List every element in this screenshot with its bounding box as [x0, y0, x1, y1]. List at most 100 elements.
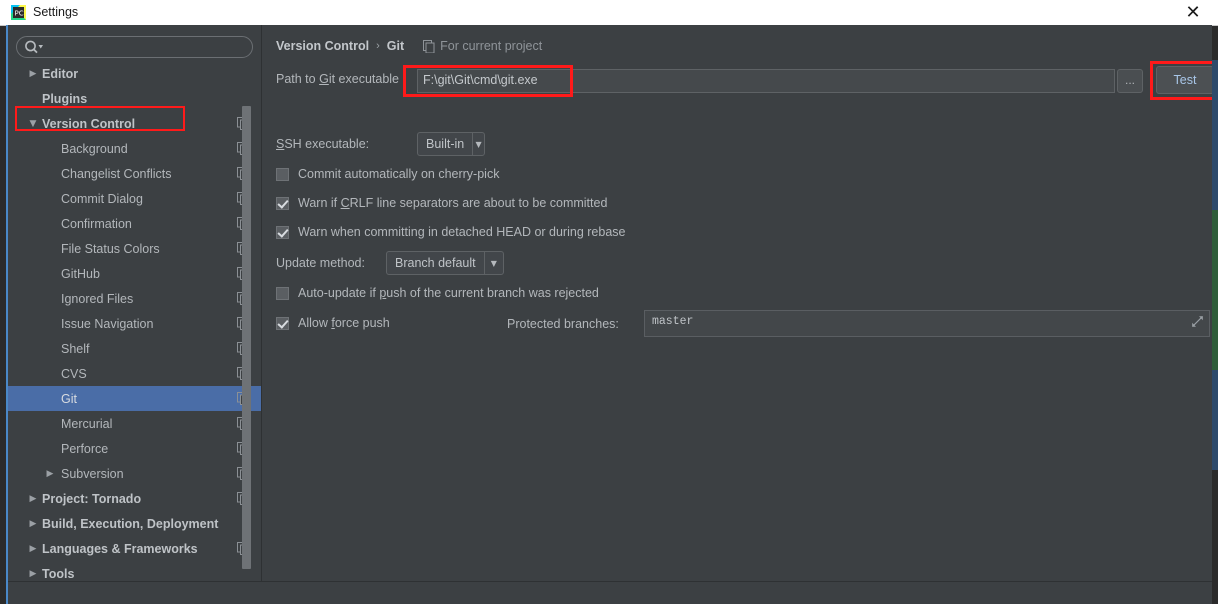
sidebar-item-commit-dialog[interactable]: Commit Dialog [8, 186, 261, 211]
settings-window: PC Settings ✕ ▶ Editor Plugins ▼ Version Con [0, 0, 1218, 604]
sidebar-item-label: Subversion [61, 466, 124, 481]
breadcrumb: Version Control › Git For current projec… [276, 39, 542, 53]
ssh-label-post: SH executable: [284, 137, 370, 151]
settings-tree: ▶ Editor Plugins ▼ Version Control Background… [8, 61, 261, 581]
git-path-label-mnemonic: G [319, 72, 329, 86]
sidebar-item-label: File Status Colors [61, 241, 160, 256]
svg-text:PC: PC [15, 10, 24, 18]
git-path-input[interactable] [417, 69, 1115, 93]
sidebar-item-build-execution-deployment[interactable]: ▶ Build, Execution, Deployment [8, 511, 261, 536]
sidebar-item-label: Editor [42, 66, 79, 81]
checkbox-label-cherry-pick: Commit automatically on cherry-pick [298, 167, 500, 181]
sidebar-item-mercurial[interactable]: Mercurial [8, 411, 261, 436]
sidebar-item-subversion[interactable]: ▶ Subversion [8, 461, 261, 486]
git-path-label-pre: Path to [276, 72, 320, 86]
git-path-label-post: it executable [328, 72, 400, 86]
sidebar-item-label: Ignored Files [61, 291, 134, 306]
close-icon[interactable]: ✕ [1180, 2, 1206, 24]
sidebar-item-label: CVS [61, 366, 87, 381]
sidebar-item-editor[interactable]: ▶ Editor [8, 61, 261, 86]
chevron-right-icon[interactable]: ▶ [27, 493, 39, 505]
checkbox-row-detached-head[interactable]: Warn when committing in detached HEAD or… [276, 225, 625, 239]
window-titlebar: PC Settings ✕ [0, 0, 1218, 26]
settings-dialog: ▶ Editor Plugins ▼ Version Control Background… [6, 25, 1212, 604]
sidebar-item-perforce[interactable]: Perforce [8, 436, 261, 461]
chevron-right-icon[interactable]: ▶ [27, 543, 39, 555]
ssh-executable-value: Built-in [426, 137, 465, 151]
sidebar-item-background[interactable]: Background [8, 136, 261, 161]
sidebar-item-label: Languages & Frameworks [42, 541, 198, 556]
checkbox-commit-cherry-pick[interactable] [276, 167, 289, 181]
update-method-select[interactable]: Branch default ▼ [386, 251, 504, 275]
sidebar-item-label: Issue Navigation [61, 316, 154, 331]
checkbox-row-force-push[interactable]: Allow force push [276, 316, 390, 330]
sidebar-item-plugins[interactable]: Plugins [8, 86, 261, 111]
sidebar-item-tools[interactable]: ▶ Tools [8, 561, 261, 581]
chevron-down-icon-update[interactable]: ▼ [483, 252, 503, 274]
chevron-down-icon[interactable]: ▼ [472, 133, 484, 155]
checkbox-label-force-push: Allow force push [298, 316, 390, 330]
protected-branches-label: Protected branches: [507, 317, 619, 331]
browse-button[interactable]: ... [1117, 69, 1143, 93]
checkbox-warn-detached-head[interactable] [276, 225, 289, 239]
ssh-executable-label: SSH executable: [276, 137, 369, 151]
sidebar-item-ignored-files[interactable]: Ignored Files [8, 286, 261, 311]
protected-branches-input[interactable] [644, 310, 1210, 337]
pycharm-icon: PC [11, 5, 26, 20]
search-input[interactable] [46, 38, 250, 58]
sidebar-item-git[interactable]: Git [8, 386, 261, 411]
checkbox-label-auto-update: Auto-update if push of the current branc… [298, 286, 599, 300]
search-icon [24, 40, 44, 54]
sidebar-item-issue-navigation[interactable]: Issue Navigation [8, 311, 261, 336]
sidebar-item-label: Mercurial [61, 416, 113, 431]
checkbox-auto-update-push[interactable] [276, 286, 289, 300]
checkbox-allow-force-push[interactable] [276, 316, 289, 330]
ssh-executable-select[interactable]: Built-in ▼ [417, 132, 485, 156]
sidebar-item-label: Background [61, 141, 128, 156]
checkbox-row-crlf-warn[interactable]: Warn if CRLF line separators are about t… [276, 196, 607, 210]
sidebar-item-label: Tools [42, 566, 75, 581]
sidebar-item-label: Changelist Conflicts [61, 166, 172, 181]
breadcrumb-separator: › [376, 40, 380, 52]
sidebar-scrollbar-track[interactable] [242, 106, 256, 569]
checkbox-warn-crlf[interactable] [276, 196, 289, 210]
checkbox-row-auto-update[interactable]: Auto-update if push of the current branc… [276, 286, 599, 300]
sidebar-item-label: Project: Tornado [42, 491, 142, 506]
expand-icon[interactable] [1191, 315, 1204, 328]
project-scope-icon [422, 39, 435, 53]
chevron-right-icon[interactable]: ▶ [27, 568, 39, 580]
chevron-right-icon[interactable]: ▶ [27, 68, 39, 80]
update-method-value: Branch default [395, 256, 476, 270]
sidebar-item-shelf[interactable]: Shelf [8, 336, 261, 361]
sidebar-item-label: Commit Dialog [61, 191, 143, 206]
sidebar-item-changelist-conflicts[interactable]: Changelist Conflicts [8, 161, 261, 186]
sidebar-item-version-control[interactable]: ▼ Version Control [8, 111, 261, 136]
sidebar-item-confirmation[interactable]: Confirmation [8, 211, 261, 236]
chevron-down-icon[interactable]: ▼ [27, 118, 39, 130]
sidebar-item-github[interactable]: GitHub [8, 261, 261, 286]
sidebar-item-label: Confirmation [61, 216, 132, 231]
breadcrumb-scope-label: For current project [440, 39, 543, 53]
test-button[interactable]: Test [1156, 66, 1212, 94]
sidebar-item-label: Git [61, 391, 77, 406]
sidebar-item-cvs[interactable]: CVS [8, 361, 261, 386]
sidebar-item-languages-frameworks[interactable]: ▶ Languages & Frameworks [8, 536, 261, 561]
sidebar-item-label: Plugins [42, 91, 88, 106]
checkbox-row-cherry-pick[interactable]: Commit automatically on cherry-pick [276, 167, 499, 181]
chevron-right-icon[interactable]: ▶ [44, 468, 56, 480]
chevron-right-icon[interactable]: ▶ [27, 518, 39, 530]
sidebar-item-label: Version Control [42, 116, 136, 131]
sidebar-item-file-status-colors[interactable]: File Status Colors [8, 236, 261, 261]
update-method-label: Update method: [276, 256, 365, 270]
breadcrumb-root[interactable]: Version Control [276, 39, 369, 53]
checkbox-label-crlf-warn: Warn if CRLF line separators are about t… [298, 196, 608, 210]
settings-sidebar: ▶ Editor Plugins ▼ Version Control Background… [8, 25, 262, 581]
sidebar-item-project-tornado[interactable]: ▶ Project: Tornado [8, 486, 261, 511]
sidebar-item-label: GitHub [61, 266, 100, 281]
sidebar-scrollbar-thumb[interactable] [242, 106, 251, 569]
sidebar-item-label: Perforce [61, 441, 109, 456]
sidebar-search[interactable] [16, 36, 253, 58]
window-title: Settings [33, 5, 79, 19]
breadcrumb-leaf: Git [386, 39, 405, 53]
dialog-bottom-bar [8, 582, 1212, 604]
